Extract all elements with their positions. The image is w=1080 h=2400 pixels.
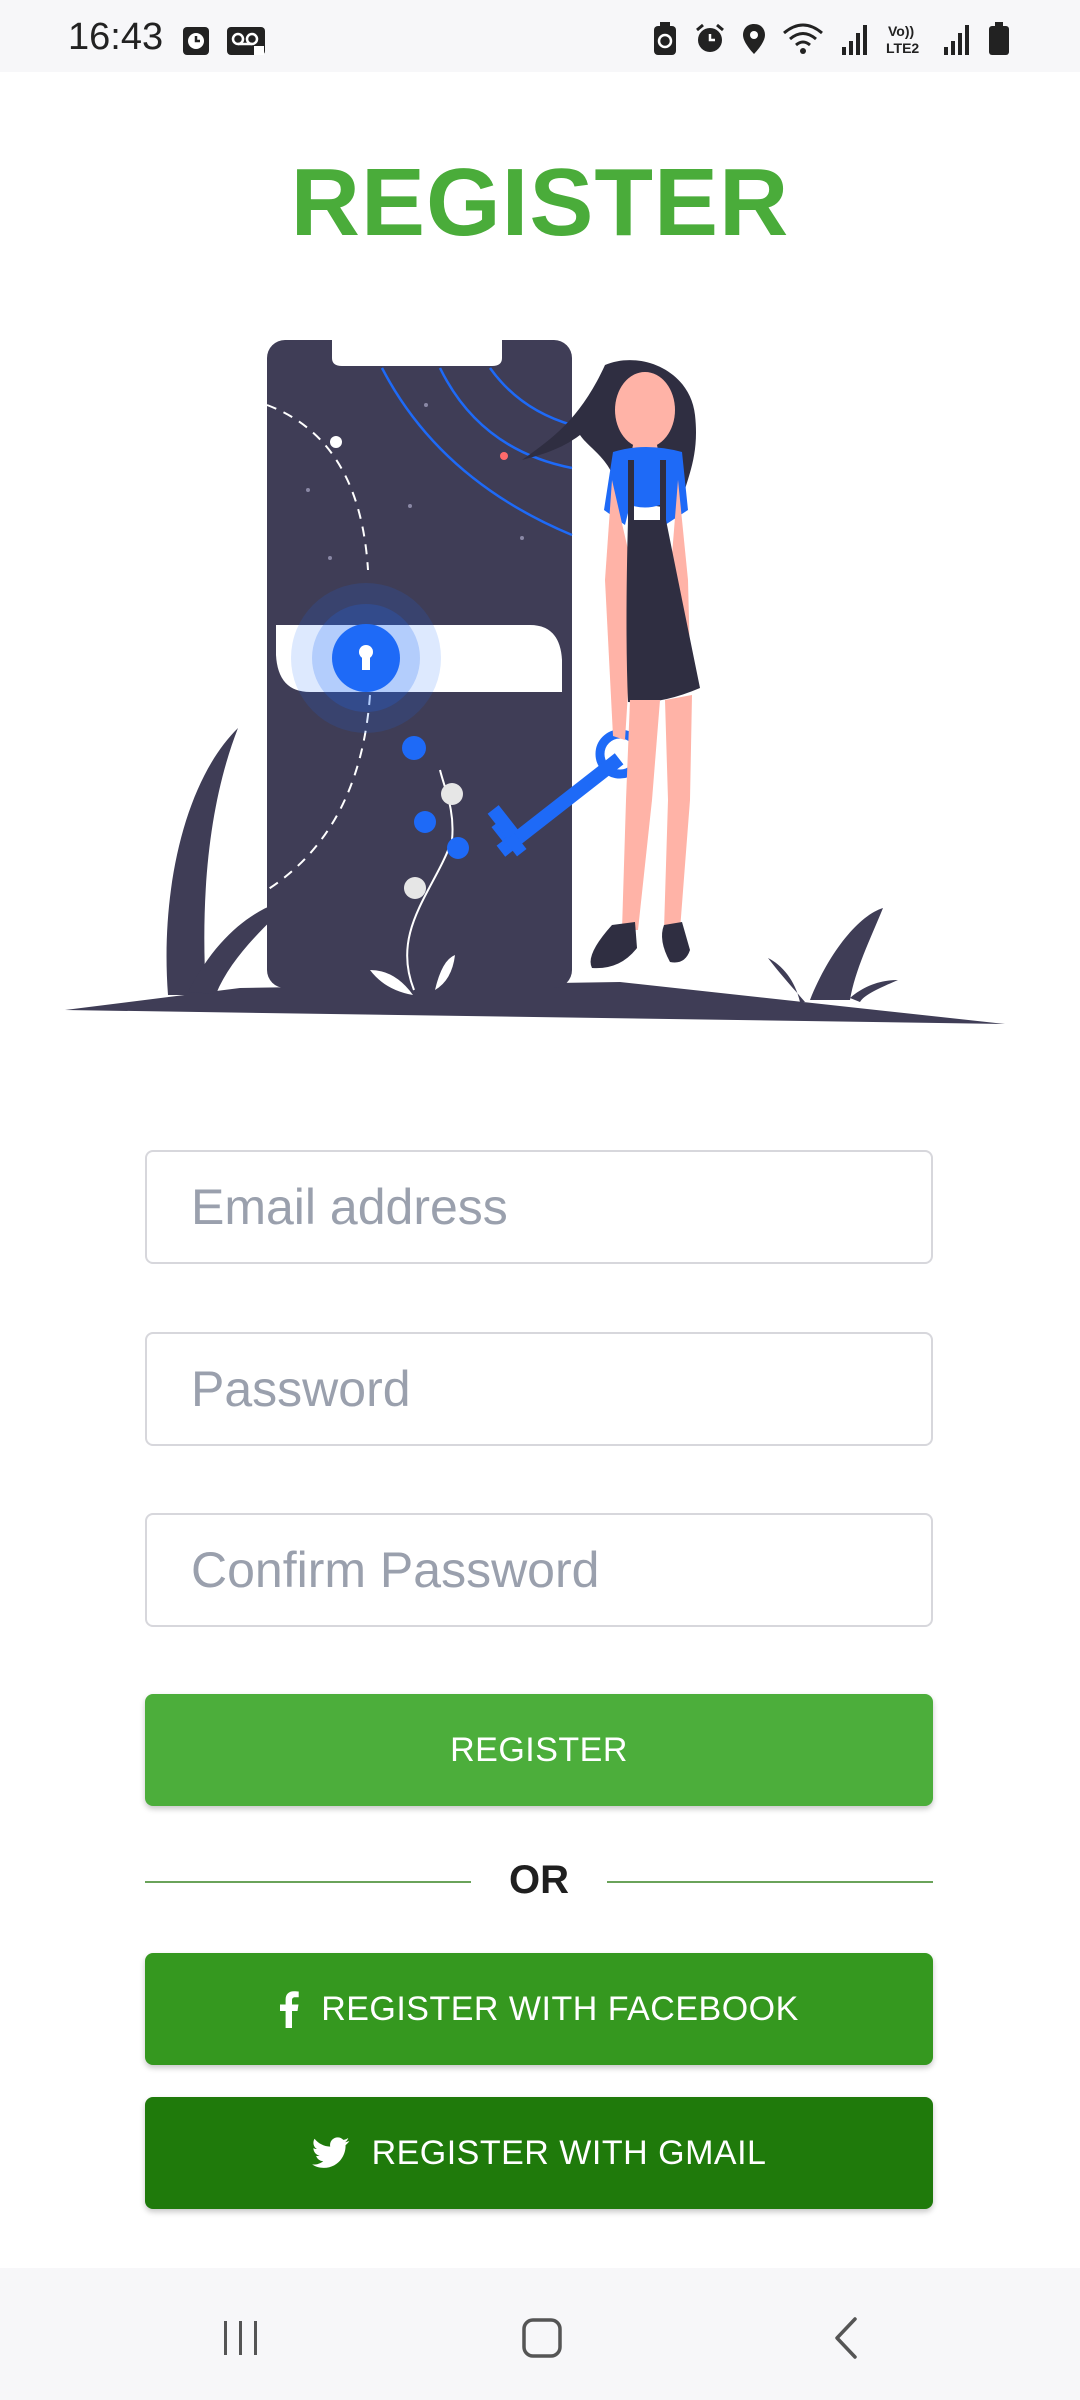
email-field[interactable] <box>145 1150 933 1264</box>
status-right-icons: Vo)) LTE2 <box>652 22 1010 56</box>
password-field[interactable] <box>145 1332 933 1446</box>
signal-icon <box>944 25 969 55</box>
register-with-gmail-button[interactable]: REGISTER WITH GMAIL <box>145 2097 933 2209</box>
home-button[interactable] <box>502 2308 582 2368</box>
voicemail-icon <box>227 27 265 55</box>
alarm-icon <box>696 23 724 52</box>
back-button[interactable] <box>806 2308 886 2368</box>
register-button-label: REGISTER <box>450 1730 628 1769</box>
phone-lock-key-illustration <box>65 340 1005 1024</box>
svg-text:LTE2: LTE2 <box>886 40 919 56</box>
page-title: REGISTER <box>290 149 790 256</box>
navigation-bar <box>0 2268 1080 2400</box>
back-icon <box>835 2317 857 2359</box>
divider-line-right <box>607 1881 933 1883</box>
password-input[interactable] <box>147 1334 931 1444</box>
location-icon <box>743 24 765 54</box>
status-left-icons <box>182 26 266 56</box>
twitter-icon <box>311 2137 350 2169</box>
email-input[interactable] <box>147 1152 931 1262</box>
volte-icon: Vo)) LTE2 <box>886 23 919 56</box>
status-bar: 16:43 Vo)) LTE2 <box>0 0 1080 72</box>
register-with-facebook-button[interactable]: REGISTER WITH FACEBOOK <box>145 1953 933 2065</box>
facebook-button-label: REGISTER WITH FACEBOOK <box>321 1989 799 2028</box>
confirm-password-input[interactable] <box>147 1515 931 1625</box>
facebook-icon <box>279 1990 299 2028</box>
battery-saver-icon <box>654 22 676 55</box>
battery-icon <box>989 22 1009 55</box>
or-divider: OR <box>145 1852 933 1912</box>
svg-text:Vo)): Vo)) <box>888 23 914 39</box>
confirm-password-field[interactable] <box>145 1513 933 1627</box>
register-button[interactable]: REGISTER <box>145 1694 933 1806</box>
gmail-button-label: REGISTER WITH GMAIL <box>371 2133 767 2172</box>
clock-badge-icon <box>183 27 209 55</box>
home-icon <box>522 2318 562 2358</box>
signal-icon <box>842 25 867 55</box>
status-time: 16:43 <box>68 16 164 58</box>
recent-apps-button[interactable] <box>201 2308 281 2368</box>
recent-apps-icon <box>224 2321 257 2355</box>
wifi-icon <box>783 23 823 54</box>
